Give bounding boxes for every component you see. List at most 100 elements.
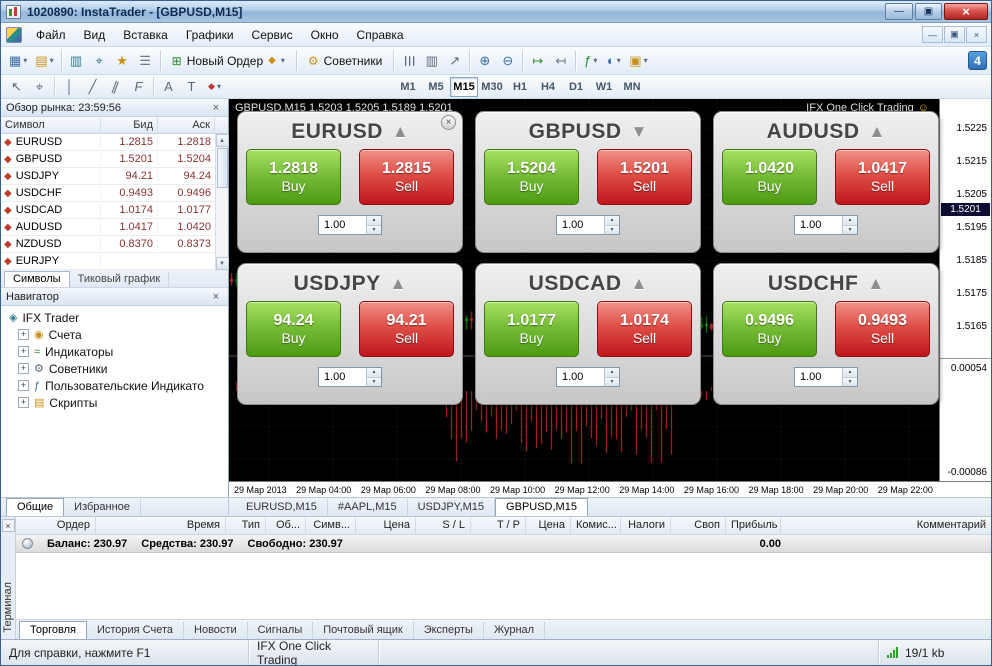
menu-view[interactable]: Вид xyxy=(75,24,115,46)
column-taxes[interactable]: Налоги xyxy=(621,517,671,534)
new-order-button[interactable]: ⊞ Новый Ордер ◆ ▾ xyxy=(164,50,293,72)
menu-window[interactable]: Окно xyxy=(302,24,348,46)
column-ask[interactable]: Аск xyxy=(158,117,215,133)
trendline-button[interactable]: ╱ xyxy=(81,76,104,98)
column-take-profit[interactable]: T / P xyxy=(471,517,526,534)
lot-size-input[interactable]: 1.00 xyxy=(319,368,366,386)
tab-journal[interactable]: Журнал xyxy=(484,622,545,639)
periods-button[interactable]: ◐▾ xyxy=(602,50,625,72)
expand-icon[interactable]: + xyxy=(18,329,29,340)
maximize-button[interactable]: ▣ xyxy=(915,3,942,20)
lot-size-input[interactable]: 1.00 xyxy=(795,216,842,234)
spinner-up-icon[interactable]: ▲ xyxy=(843,216,857,226)
menu-charts[interactable]: Графики xyxy=(177,24,243,46)
table-row[interactable]: ◆AUDUSD1.04171.0420 xyxy=(1,219,215,236)
tab-chart-gbpusd[interactable]: GBPUSD,M15 xyxy=(495,498,588,516)
table-row[interactable]: ◆USDCHF0.94930.9496 xyxy=(1,185,215,202)
column-time[interactable]: Время xyxy=(96,517,226,534)
menu-service[interactable]: Сервис xyxy=(243,24,302,46)
text-button[interactable]: A xyxy=(157,76,180,98)
timeframe-w1[interactable]: W1 xyxy=(590,77,618,97)
menu-help[interactable]: Справка xyxy=(348,24,413,46)
column-swap[interactable]: Своп xyxy=(671,517,726,534)
expand-icon[interactable]: + xyxy=(18,363,29,374)
tab-trade[interactable]: Торговля xyxy=(19,621,87,639)
lot-size-input[interactable]: 1.00 xyxy=(319,216,366,234)
sell-button[interactable]: 1.2815Sell xyxy=(359,149,454,205)
timeframe-mn[interactable]: MN xyxy=(618,77,646,97)
widget-close-button[interactable]: × xyxy=(441,115,456,130)
bar-chart-button[interactable]: ☰ xyxy=(397,50,420,72)
shapes-button[interactable]: ◆▾ xyxy=(203,76,226,98)
timeframe-m1[interactable]: M1 xyxy=(394,77,422,97)
status-profile[interactable]: IFX One Click Trading xyxy=(249,640,379,665)
spinner-up-icon[interactable]: ▲ xyxy=(605,368,619,378)
table-row[interactable]: ◆USDCAD1.01741.0177 xyxy=(1,202,215,219)
timeframe-h4[interactable]: H4 xyxy=(534,77,562,97)
tab-signals[interactable]: Сигналы xyxy=(248,622,314,639)
chart-shift-button[interactable]: ↤ xyxy=(549,50,572,72)
tab-chart-aapl[interactable]: #AAPL,M15 xyxy=(328,499,408,516)
mdi-restore-button[interactable]: ▣ xyxy=(944,26,965,43)
market-watch-toggle-button[interactable]: ▥ xyxy=(65,50,88,72)
terminal-toggle-button[interactable]: ☰ xyxy=(134,50,157,72)
zoom-in-button[interactable]: ⊕ xyxy=(473,50,496,72)
buy-button[interactable]: 1.0177Buy xyxy=(484,301,579,357)
new-chart-button[interactable]: ▦▾ xyxy=(5,50,31,72)
table-row[interactable]: ◆EURUSD1.28151.2818 xyxy=(1,134,215,151)
chart-window[interactable]: GBPUSD,M15 1.5203 1.5205 1.5189 1.5201 I… xyxy=(229,99,991,497)
tab-symbols[interactable]: Символы xyxy=(4,271,70,287)
table-row[interactable]: ◆EURJPY xyxy=(1,253,215,270)
expand-icon[interactable]: + xyxy=(18,397,29,408)
indicators-button[interactable]: ƒ▾ xyxy=(579,50,602,72)
time-axis[interactable]: 29 Мар 2013 29 Мар 04:00 29 Мар 06:00 29… xyxy=(229,481,991,497)
indicator-window-divider[interactable] xyxy=(940,358,991,359)
menu-insert[interactable]: Вставка xyxy=(114,24,177,46)
scrollbar[interactable]: ▲ ▼ xyxy=(215,134,228,270)
spinner-down-icon[interactable]: ▼ xyxy=(367,378,381,387)
buy-button[interactable]: 0.9496Buy xyxy=(722,301,817,357)
tab-mailbox[interactable]: Почтовый ящик xyxy=(313,622,413,639)
mdi-close-button[interactable]: × xyxy=(966,26,987,43)
navigator-toggle-button[interactable]: ★ xyxy=(111,50,134,72)
fibonacci-button[interactable]: F xyxy=(127,76,150,98)
column-stop-loss[interactable]: S / L xyxy=(416,517,471,534)
lot-size-input[interactable]: 1.00 xyxy=(795,368,842,386)
buy-button[interactable]: 94.24Buy xyxy=(246,301,341,357)
sell-button[interactable]: 0.9493Sell xyxy=(835,301,930,357)
column-comment[interactable]: Комментарий xyxy=(781,517,991,534)
close-icon[interactable]: × xyxy=(209,102,223,114)
tree-item-account-root[interactable]: ◈IFX Trader xyxy=(1,309,228,326)
cursor-button[interactable]: ↖ xyxy=(5,76,28,98)
tab-chart-usdjpy[interactable]: USDJPY,M15 xyxy=(408,499,495,516)
column-order[interactable]: Ордер xyxy=(16,517,96,534)
menu-file[interactable]: Файл xyxy=(27,24,75,46)
mdi-minimize-button[interactable]: — xyxy=(922,26,943,43)
tree-item-custom-indicators[interactable]: +ƒПользовательские Индикато xyxy=(1,377,228,394)
sell-button[interactable]: 1.0417Sell xyxy=(835,149,930,205)
close-button[interactable]: × xyxy=(944,3,988,20)
sell-button[interactable]: 94.21Sell xyxy=(359,301,454,357)
spinner-up-icon[interactable]: ▲ xyxy=(367,368,381,378)
price-axis[interactable]: 1.5225 1.5215 1.5205 1.5201 1.5195 1.518… xyxy=(939,99,991,481)
channel-button[interactable]: ∥ xyxy=(104,76,127,98)
tab-common[interactable]: Общие xyxy=(6,498,64,516)
buy-button[interactable]: 1.2818Buy xyxy=(246,149,341,205)
table-row[interactable]: ◆GBPUSD1.52011.5204 xyxy=(1,151,215,168)
column-symbol[interactable]: Симв... xyxy=(306,517,356,534)
tab-news[interactable]: Новости xyxy=(184,622,248,639)
column-price-current[interactable]: Цена xyxy=(526,517,571,534)
data-window-button[interactable]: ⌖ xyxy=(88,50,111,72)
tab-chart-eurusd[interactable]: EURUSD,M15 xyxy=(236,499,328,516)
lot-size-input[interactable]: 1.00 xyxy=(557,368,604,386)
timeframe-m30[interactable]: M30 xyxy=(478,77,506,97)
vertical-line-button[interactable]: │ xyxy=(58,76,81,98)
column-volume[interactable]: Об... xyxy=(266,517,306,534)
sell-button[interactable]: 1.5201Sell xyxy=(597,149,692,205)
zoom-out-button[interactable]: ⊖ xyxy=(496,50,519,72)
crosshair-button[interactable]: ⌖ xyxy=(28,76,51,98)
minimize-button[interactable]: — xyxy=(885,3,913,20)
timeframe-h1[interactable]: H1 xyxy=(506,77,534,97)
spinner-down-icon[interactable]: ▼ xyxy=(367,226,381,235)
sell-button[interactable]: 1.0174Sell xyxy=(597,301,692,357)
